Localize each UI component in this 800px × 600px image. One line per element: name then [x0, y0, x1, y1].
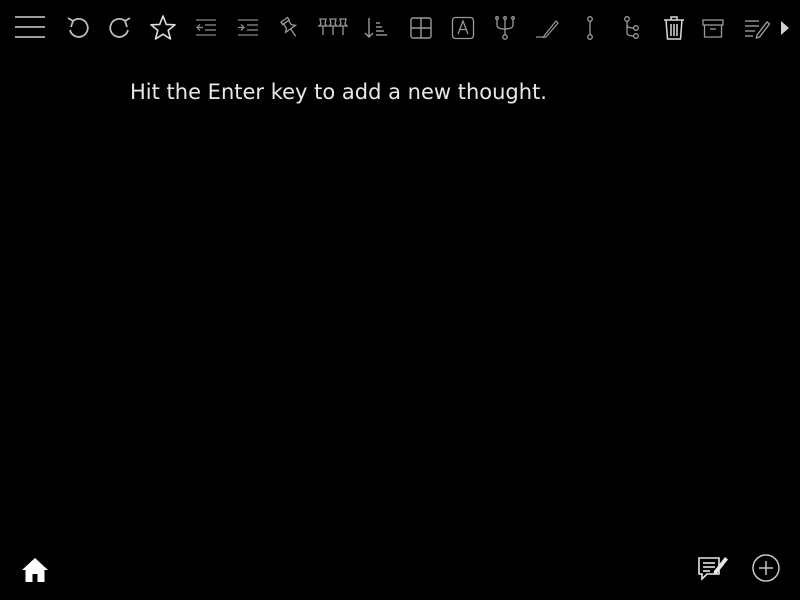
trash-icon	[663, 15, 685, 41]
note-edit-icon	[743, 15, 771, 41]
star-icon	[149, 14, 177, 42]
tree-icon	[622, 15, 642, 41]
pin-icon	[278, 15, 302, 41]
outdent-icon	[194, 16, 218, 40]
add-thought-button[interactable]	[751, 553, 781, 583]
notes-button[interactable]	[696, 553, 730, 583]
undo-button[interactable]	[59, 8, 97, 48]
archive-button[interactable]	[694, 8, 732, 48]
categorize-button[interactable]	[613, 8, 651, 48]
indent-icon	[236, 16, 260, 40]
outdent-button[interactable]	[187, 8, 225, 48]
app-window: Hit the Enter key to add a new thought.	[0, 0, 800, 600]
home-icon	[20, 558, 50, 588]
text-format-button[interactable]	[444, 8, 482, 48]
pin-all-button[interactable]	[314, 8, 352, 48]
hamburger-menu-icon[interactable]	[14, 14, 46, 40]
redo-icon	[107, 15, 133, 41]
split-button[interactable]	[571, 8, 609, 48]
toolbar-scroll-right-button[interactable]	[778, 18, 792, 38]
pin-all-icon	[317, 15, 349, 41]
table-view-button[interactable]	[402, 8, 440, 48]
undo-icon	[65, 15, 91, 41]
sort-button[interactable]	[357, 8, 395, 48]
delete-button[interactable]	[655, 8, 693, 48]
notes-edit-icon	[696, 557, 730, 587]
home-button[interactable]	[20, 556, 50, 584]
redo-button[interactable]	[101, 8, 139, 48]
caret-right-icon	[778, 21, 792, 42]
branch-icon	[493, 15, 517, 41]
vertical-link-icon	[582, 15, 598, 41]
pencil-line-icon	[534, 15, 560, 41]
indent-button[interactable]	[229, 8, 267, 48]
letter-a-icon	[451, 16, 475, 40]
archive-box-icon	[701, 16, 725, 40]
toolbar-tools	[56, 8, 800, 48]
toolbar	[0, 0, 800, 56]
plus-circle-icon	[751, 554, 781, 587]
grid-icon	[409, 16, 433, 40]
note-button[interactable]	[738, 8, 776, 48]
sort-icon	[363, 15, 389, 41]
favorite-button[interactable]	[144, 8, 182, 48]
subcategorize-button[interactable]	[486, 8, 524, 48]
edit-button[interactable]	[528, 8, 566, 48]
pin-button[interactable]	[271, 8, 309, 48]
new-thought-placeholder[interactable]: Hit the Enter key to add a new thought.	[130, 80, 547, 104]
